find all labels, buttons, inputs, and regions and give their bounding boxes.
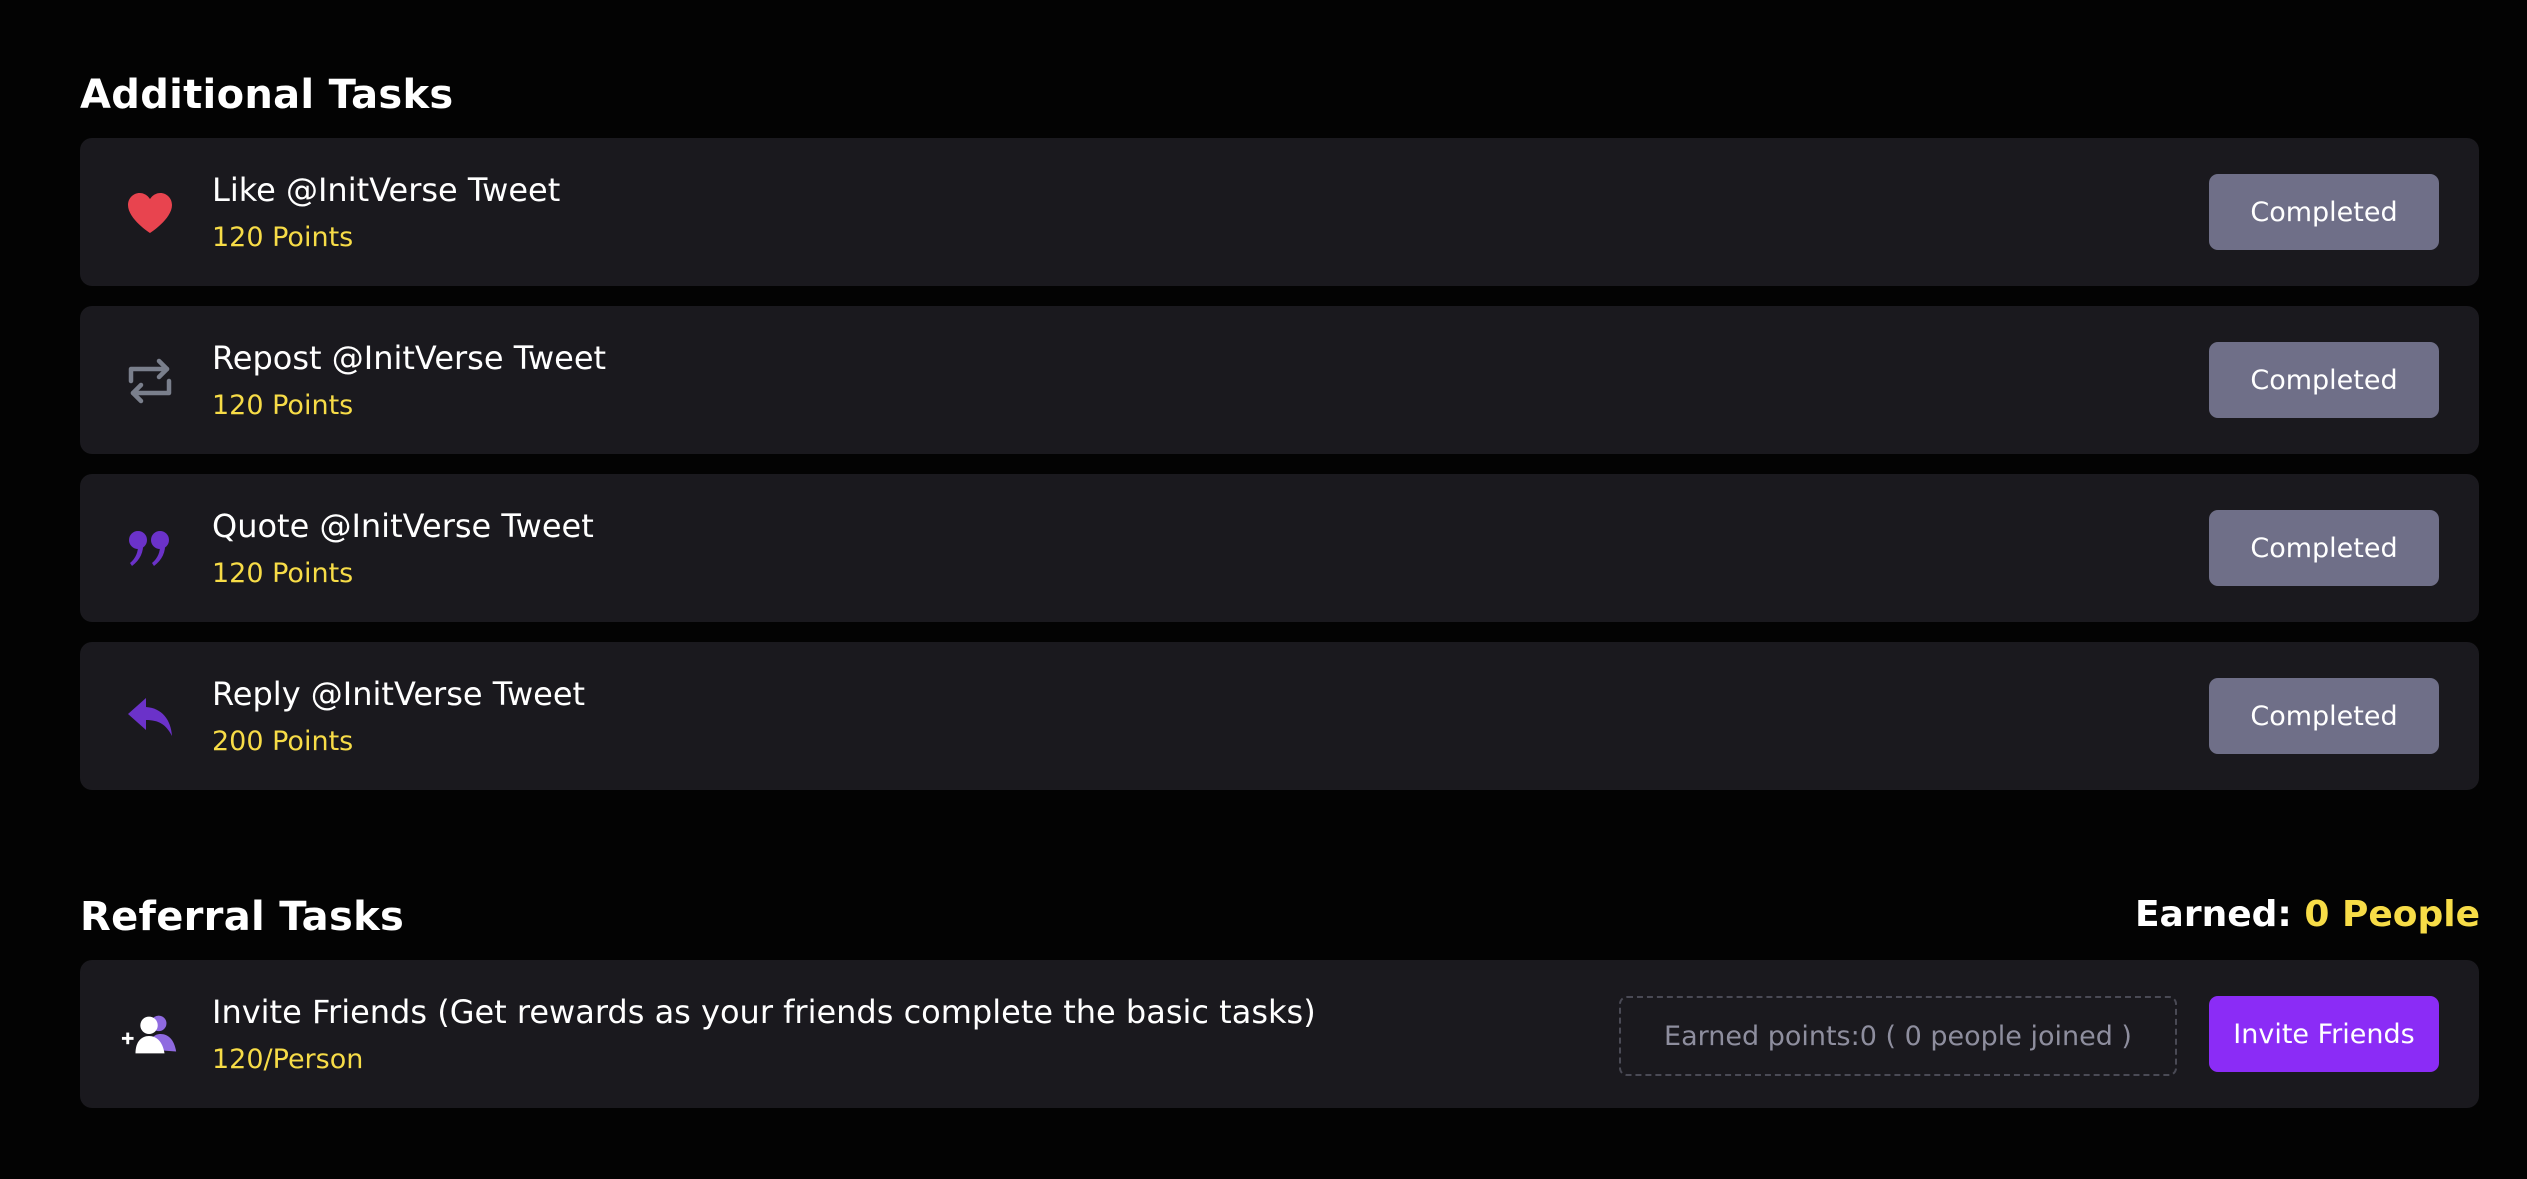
additional-tasks-heading: Additional Tasks: [80, 72, 454, 118]
completed-button[interactable]: Completed: [2209, 342, 2439, 418]
quote-icon: [120, 524, 180, 574]
invite-friends-button[interactable]: Invite Friends: [2209, 996, 2439, 1072]
task-points: 120 Points: [212, 390, 354, 421]
add-friends-icon: [120, 1010, 180, 1060]
reply-icon: [120, 692, 180, 742]
task-points: 120/Person: [212, 1044, 364, 1075]
earned-value: 0 People: [2304, 894, 2480, 935]
repost-icon: [120, 356, 180, 406]
task-title: Quote @InitVerse Tweet: [212, 507, 594, 545]
task-card-like: Like @InitVerse Tweet 120 Points Complet…: [80, 138, 2479, 286]
task-points: 120 Points: [212, 222, 354, 253]
earned-label: Earned:: [2134, 894, 2292, 935]
task-card-reply: Reply @InitVerse Tweet 200 Points Comple…: [80, 642, 2479, 790]
task-title: Invite Friends (Get rewards as your frie…: [212, 993, 1316, 1031]
task-title: Like @InitVerse Tweet: [212, 171, 561, 209]
completed-button[interactable]: Completed: [2209, 510, 2439, 586]
task-card-repost: Repost @InitVerse Tweet 120 Points Compl…: [80, 306, 2479, 454]
referral-tasks-heading: Referral Tasks: [80, 894, 405, 940]
task-title: Repost @InitVerse Tweet: [212, 339, 607, 377]
task-card-invite: Invite Friends (Get rewards as your frie…: [80, 960, 2479, 1108]
completed-button[interactable]: Completed: [2209, 678, 2439, 754]
earned-summary: Earned: 0 People: [2135, 897, 2480, 933]
task-card-quote: Quote @InitVerse Tweet 120 Points Comple…: [80, 474, 2479, 622]
task-points: 120 Points: [212, 558, 354, 589]
heart-icon: [120, 188, 180, 238]
earned-points-box: Earned points:0 ( 0 people joined ): [1619, 996, 2177, 1076]
task-title: Reply @InitVerse Tweet: [212, 675, 586, 713]
task-points: 200 Points: [212, 726, 354, 757]
completed-button[interactable]: Completed: [2209, 174, 2439, 250]
